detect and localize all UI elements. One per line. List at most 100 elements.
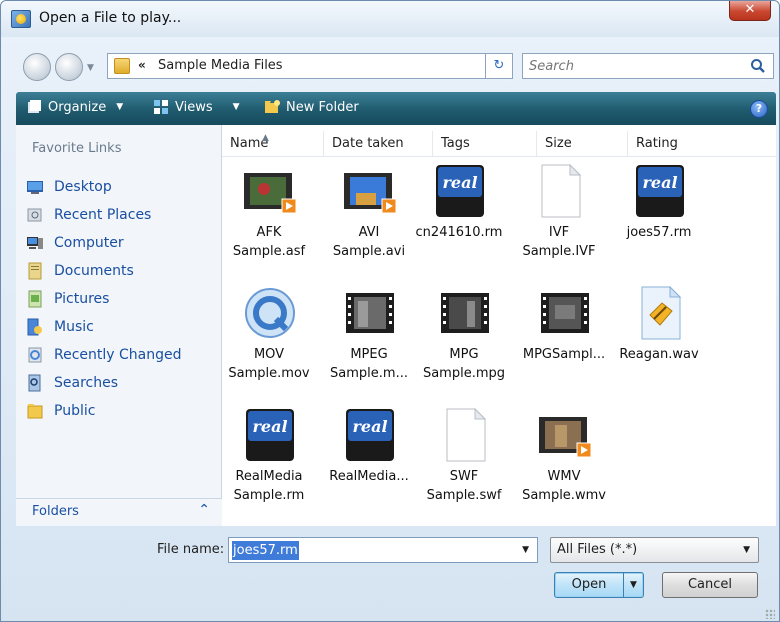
close-button[interactable]: ✕ [729, 1, 771, 21]
chevron-down-icon[interactable]: ▼ [743, 545, 750, 555]
favorite-link-label: Recent Places [54, 207, 152, 223]
cancel-button[interactable]: Cancel [662, 572, 758, 598]
file-name-input[interactable]: joes57.rm ▼ [228, 537, 538, 563]
favorite-link-pictures[interactable]: Pictures [26, 285, 182, 313]
organize-label: Organize [48, 99, 107, 115]
search-input[interactable] [527, 57, 737, 75]
open-file-dialog: Open a File to play... ✕ ▼ « Sample Medi… [0, 0, 780, 622]
column-header-date-taken[interactable]: Date taken [324, 131, 433, 157]
file-item[interactable]: Reagan.wav [612, 281, 706, 399]
organize-button[interactable]: Organize ▼ [26, 99, 123, 115]
pictures-icon [28, 290, 42, 308]
svg-text:real: real [442, 173, 477, 192]
favorite-link-label: Public [54, 403, 96, 419]
chevron-down-icon[interactable]: ▼ [623, 573, 643, 597]
column-header-rating[interactable]: Rating [628, 131, 768, 157]
column-header-name[interactable]: ▲ Name [222, 131, 324, 157]
searches-icon [28, 374, 41, 392]
breadcrumb[interactable]: Sample Media Files [158, 58, 283, 73]
folder-icon [114, 58, 130, 74]
film-strip-icon [541, 293, 589, 333]
window-title: Open a File to play... [39, 10, 182, 26]
command-bar: Organize ▼ Views ▼ New Folder ? [16, 92, 776, 125]
forward-button[interactable] [55, 53, 83, 81]
file-item[interactable]: IVF Sample.IVF [512, 159, 606, 277]
breadcrumb-overflow[interactable]: « [138, 58, 146, 72]
column-header-label: Size [545, 136, 572, 151]
views-button[interactable]: Views ▼ [153, 99, 240, 115]
title-bar: Open a File to play... ✕ [1, 1, 779, 37]
file-name-label: AVI Sample.avi [332, 225, 406, 259]
favorite-link-documents[interactable]: Documents [26, 257, 182, 285]
file-item[interactable]: MPGSampl... [517, 281, 611, 399]
folders-label: Folders [32, 504, 79, 519]
chevron-down-icon[interactable]: ▼ [522, 545, 529, 555]
open-label: Open [571, 577, 607, 592]
music-icon [27, 318, 42, 336]
recently-changed-icon [28, 347, 42, 363]
views-icon [154, 100, 168, 114]
favorite-link-label: Music [54, 319, 94, 335]
file-item[interactable]: MOV Sample.mov [222, 281, 316, 399]
file-item[interactable]: MPG Sample.mpg [417, 281, 511, 399]
realmedia-icon: real [246, 409, 294, 461]
back-button[interactable] [23, 53, 51, 81]
favorite-link-label: Computer [54, 235, 124, 251]
svg-text:real: real [352, 417, 387, 436]
realmedia-icon: real [636, 165, 684, 217]
file-item[interactable]: SWF Sample.swf [417, 403, 511, 521]
file-item[interactable]: real joes57.rm [612, 159, 706, 277]
recent-pages-dropdown-icon[interactable]: ▼ [87, 63, 94, 73]
favorite-link-desktop[interactable]: Desktop [26, 173, 182, 201]
file-item[interactable]: real cn241610.rm [412, 159, 506, 277]
public-icon [27, 404, 43, 419]
favorite-link-recent-places[interactable]: Recent Places [26, 201, 182, 229]
favorite-link-music[interactable]: Music [26, 313, 182, 341]
favorite-link-label: Desktop [54, 179, 112, 195]
svg-text:real: real [252, 417, 287, 436]
new-folder-label: New Folder [286, 99, 359, 115]
help-icon[interactable]: ? [750, 100, 768, 118]
resize-grip[interactable] [765, 609, 775, 619]
blank-file-icon [446, 407, 487, 462]
search-box[interactable] [522, 53, 774, 79]
column-header-size[interactable]: Size [537, 131, 628, 157]
favorite-link-label: Pictures [54, 291, 110, 307]
file-name-label: MPG Sample.mpg [422, 347, 506, 381]
favorite-link-recently-changed[interactable]: Recently Changed [26, 341, 182, 369]
address-bar[interactable]: « Sample Media Files ▼ [107, 53, 511, 79]
desktop-icon [27, 181, 43, 194]
file-name-label: MPGSampl... [522, 347, 606, 362]
new-folder-icon [265, 100, 280, 113]
audio-file-icon [641, 285, 682, 340]
file-item[interactable]: real RealMedia Sample.rm [222, 403, 316, 521]
blank-file-icon [541, 163, 582, 218]
folders-toggle[interactable]: Folders ⌃ [16, 498, 222, 526]
svg-text:real: real [642, 173, 677, 192]
refresh-button[interactable]: ↻ [485, 53, 513, 79]
open-button[interactable]: Open ▼ [554, 572, 644, 598]
favorite-link-searches[interactable]: Searches [26, 369, 182, 397]
file-item[interactable]: MPEG Sample.m... [322, 281, 416, 399]
file-name-label: AFK Sample.asf [232, 225, 306, 259]
file-type-select[interactable]: All Files (*.*) ▼ [550, 537, 759, 563]
column-header-label: Rating [636, 136, 678, 151]
file-item[interactable]: WMV Sample.wmv [517, 403, 611, 521]
favorite-link-public[interactable]: Public [26, 397, 182, 425]
file-list: ▲ Name Date taken Tags Size Rating AFK S… [222, 125, 776, 526]
chevron-up-icon[interactable]: ⌃ [198, 502, 210, 518]
quicktime-icon [245, 288, 295, 338]
file-type-value: All Files (*.*) [557, 542, 638, 557]
new-folder-button[interactable]: New Folder [264, 99, 359, 115]
column-header-tags[interactable]: Tags [433, 131, 537, 157]
favorite-link-computer[interactable]: Computer [26, 229, 182, 257]
realmedia-icon: real [436, 165, 484, 217]
file-selection-form: File name: joes57.rm ▼ All Files (*.*) ▼… [1, 526, 779, 622]
documents-icon [28, 262, 42, 280]
search-icon[interactable] [750, 58, 766, 74]
column-header-label: Date taken [332, 136, 404, 151]
file-item[interactable]: real RealMedia... [322, 403, 416, 521]
file-name-value[interactable]: joes57.rm [232, 541, 299, 560]
file-item[interactable]: AFK Sample.asf [222, 159, 316, 277]
file-item[interactable]: AVI Sample.avi [322, 159, 416, 277]
